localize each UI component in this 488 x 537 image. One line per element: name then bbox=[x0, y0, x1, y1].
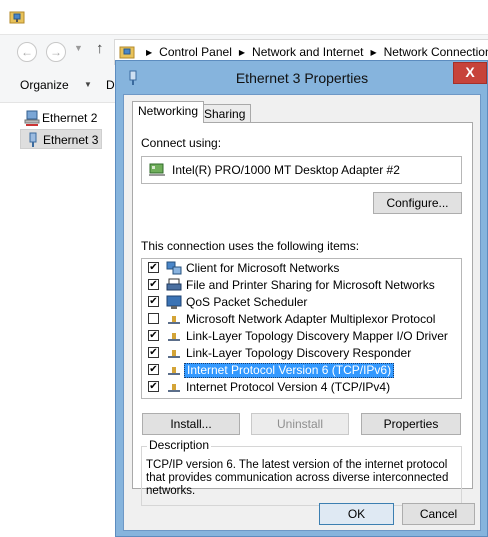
tab-networking[interactable]: Networking bbox=[132, 101, 205, 123]
adapter-field: Intel(R) PRO/1000 MT Desktop Adapter #2 bbox=[141, 156, 462, 184]
networking-tab-panel: Connect using: Intel(R) PRO/1000 MT Desk… bbox=[132, 122, 473, 506]
list-item[interactable]: ✔ Link-Layer Topology Discovery Mapper I… bbox=[142, 328, 461, 345]
breadcrumb-item[interactable]: Network Connections bbox=[384, 45, 488, 59]
breadcrumb-separator-icon: ▶ bbox=[146, 48, 153, 57]
item-checkbox[interactable]: ✔ bbox=[148, 364, 159, 375]
item-checkbox[interactable] bbox=[148, 313, 159, 324]
protocol-icon bbox=[168, 350, 180, 358]
connection-name: Ethernet 2 bbox=[42, 111, 98, 125]
item-checkbox[interactable]: ✔ bbox=[148, 330, 159, 341]
item-label: Internet Protocol Version 6 (TCP/IPv6) bbox=[184, 363, 395, 378]
item-checkbox[interactable]: ✔ bbox=[148, 296, 159, 307]
network-folder-icon bbox=[119, 46, 135, 59]
printer-icon bbox=[166, 278, 182, 291]
item-label: QoS Packet Scheduler bbox=[186, 295, 308, 309]
breadcrumb-item[interactable]: Control Panel bbox=[159, 45, 232, 59]
connection-name: Ethernet 3 bbox=[43, 133, 99, 147]
list-item[interactable]: ✔ Client for Microsoft Networks bbox=[142, 260, 461, 277]
network-adapter-icon bbox=[149, 163, 165, 176]
item-label: Link-Layer Topology Discovery Mapper I/O… bbox=[186, 329, 448, 343]
items-label: This connection uses the following items… bbox=[141, 239, 360, 253]
back-arrow-icon[interactable]: ← bbox=[17, 42, 37, 62]
description-group: Description TCP/IP version 6. The latest… bbox=[141, 438, 462, 506]
cancel-button[interactable]: Cancel bbox=[402, 503, 475, 525]
list-item[interactable]: ✔ Internet Protocol Version 4 (TCP/IPv4) bbox=[142, 379, 461, 396]
connect-using-label: Connect using: bbox=[141, 136, 222, 150]
connections-list: Ethernet 2 Ethernet 3 bbox=[0, 104, 120, 537]
list-item[interactable]: Microsoft Network Adapter Multiplexor Pr… bbox=[142, 311, 461, 328]
ethernet-cable-icon bbox=[29, 132, 37, 147]
recent-locations-chevron-icon[interactable]: ▼ bbox=[74, 43, 83, 53]
network-folder-icon bbox=[9, 11, 25, 24]
description-text: TCP/IP version 6. The latest version of … bbox=[146, 459, 449, 497]
uninstall-button[interactable]: Uninstall bbox=[251, 413, 349, 435]
list-item[interactable]: ✔ Link-Layer Topology Discovery Responde… bbox=[142, 345, 461, 362]
organize-button[interactable]: Organize bbox=[20, 78, 69, 92]
protocol-icon bbox=[168, 316, 180, 324]
breadcrumb-item[interactable]: Network and Internet bbox=[252, 45, 363, 59]
item-label: Microsoft Network Adapter Multiplexor Pr… bbox=[186, 312, 436, 326]
description-legend: Description bbox=[147, 438, 212, 452]
item-checkbox[interactable]: ✔ bbox=[148, 347, 159, 358]
item-label: File and Printer Sharing for Microsoft N… bbox=[186, 278, 435, 292]
breadcrumb-separator-icon[interactable]: ▶ bbox=[239, 48, 245, 57]
up-arrow-icon[interactable]: ↑ bbox=[96, 40, 104, 57]
install-button[interactable]: Install... bbox=[142, 413, 240, 435]
properties-button[interactable]: Properties bbox=[361, 413, 461, 435]
connection-item-ethernet-3[interactable]: Ethernet 3 bbox=[20, 129, 102, 149]
forward-arrow-icon[interactable]: → bbox=[46, 42, 66, 62]
dialog-titlebar[interactable]: Ethernet 3 Properties X bbox=[116, 61, 487, 95]
item-checkbox[interactable]: ✔ bbox=[148, 262, 159, 273]
protocol-icon bbox=[168, 333, 180, 341]
disable-device-button[interactable]: D bbox=[106, 78, 115, 92]
list-item[interactable]: ✔ QoS Packet Scheduler bbox=[142, 294, 461, 311]
configure-button[interactable]: Configure... bbox=[373, 192, 462, 214]
item-checkbox[interactable]: ✔ bbox=[148, 381, 159, 392]
item-label: Link-Layer Topology Discovery Responder bbox=[186, 346, 412, 360]
item-label: Client for Microsoft Networks bbox=[186, 261, 340, 275]
list-item[interactable]: ✔ File and Printer Sharing for Microsoft… bbox=[142, 277, 461, 294]
protocol-icon bbox=[168, 384, 180, 392]
tab-sharing[interactable]: Sharing bbox=[198, 104, 252, 124]
dialog-client-area: Networking Sharing Connect using: Intel(… bbox=[123, 94, 481, 531]
ok-button[interactable]: OK bbox=[319, 503, 394, 525]
item-label: Internet Protocol Version 4 (TCP/IPv4) bbox=[186, 380, 391, 394]
item-checkbox[interactable]: ✔ bbox=[148, 279, 159, 290]
adapter-name: Intel(R) PRO/1000 MT Desktop Adapter #2 bbox=[172, 163, 400, 177]
components-list[interactable]: ✔ Client for Microsoft Networks ✔ File a… bbox=[141, 258, 462, 399]
dialog-title: Ethernet 3 Properties bbox=[235, 70, 369, 86]
network-adapter-icon bbox=[24, 110, 40, 126]
explorer-titlebar bbox=[0, 0, 488, 35]
ethernet-properties-dialog: Ethernet 3 Properties X Networking Shari… bbox=[115, 60, 488, 537]
protocol-icon bbox=[168, 367, 180, 375]
connection-item-ethernet-2[interactable]: Ethernet 2 bbox=[20, 108, 102, 128]
scheduler-icon bbox=[166, 295, 182, 309]
list-item-selected[interactable]: ✔ Internet Protocol Version 6 (TCP/IPv6) bbox=[142, 362, 461, 379]
close-button[interactable]: X bbox=[453, 62, 487, 84]
client-icon bbox=[166, 261, 182, 275]
chevron-down-icon[interactable]: ▼ bbox=[84, 80, 92, 89]
breadcrumb-separator-icon[interactable]: ▶ bbox=[370, 48, 376, 57]
